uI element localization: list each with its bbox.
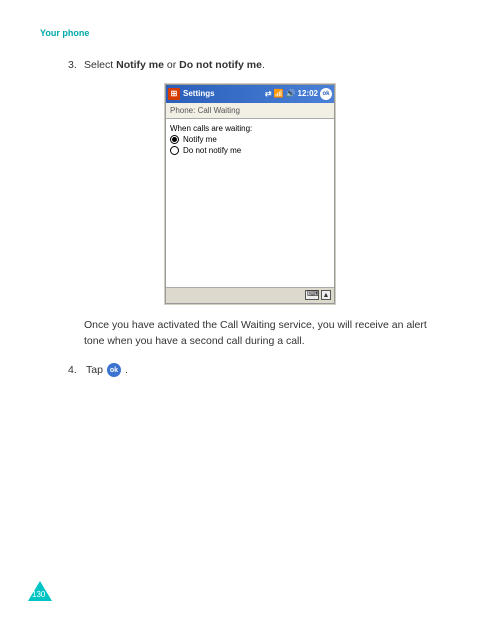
step-number: 4. (68, 364, 84, 376)
text: . (125, 364, 128, 376)
radio-option-do-not-notify[interactable]: Do not notify me (170, 146, 330, 155)
radio-label: Notify me (183, 135, 217, 144)
connectivity-icon: ⇄ (265, 89, 272, 98)
ok-button[interactable]: ok (320, 88, 332, 100)
screen-subheader: Phone: Call Waiting (166, 103, 334, 119)
screen-content: When calls are waiting: Notify me Do not… (166, 119, 334, 287)
radio-option-notify[interactable]: Notify me (170, 135, 330, 144)
start-icon: ⊞ (168, 88, 180, 100)
step-4: 4. Tap ok . (68, 363, 460, 377)
keyboard-icon[interactable] (305, 290, 319, 300)
text: or (164, 59, 179, 71)
step-text: Select Notify me or Do not notify me. (84, 58, 460, 74)
text: Tap (86, 364, 103, 376)
titlebar: ⊞ Settings ⇄ 📶 🔊 12:02 ok (166, 85, 334, 103)
ok-icon: ok (107, 363, 121, 377)
signal-icon: 📶 (274, 89, 284, 98)
volume-icon: 🔊 (286, 89, 296, 98)
option-label: Notify me (116, 59, 164, 71)
step-number: 3. (68, 58, 84, 74)
prompt-text: When calls are waiting: (170, 124, 330, 133)
step-3: 3. Select Notify me or Do not notify me. (68, 58, 460, 74)
radio-icon (170, 146, 179, 155)
radio-icon (170, 135, 179, 144)
text: Select (84, 59, 116, 71)
status-icons: ⇄ 📶 🔊 12:02 ok (265, 88, 332, 100)
option-label: Do not notify me (179, 59, 262, 71)
phone-screenshot: ⊞ Settings ⇄ 📶 🔊 12:02 ok Phone: Call Wa… (165, 84, 335, 304)
section-header: Your phone (40, 28, 460, 38)
explanation-text: Once you have activated the Call Waiting… (84, 318, 440, 350)
clock: 12:02 (298, 89, 318, 98)
radio-label: Do not notify me (183, 146, 241, 155)
page-number: 130 (32, 590, 45, 599)
arrow-up-icon[interactable]: ▲ (321, 290, 331, 300)
bottom-bar: ▲ (166, 287, 334, 303)
titlebar-title: Settings (183, 89, 262, 98)
text: . (262, 59, 265, 71)
